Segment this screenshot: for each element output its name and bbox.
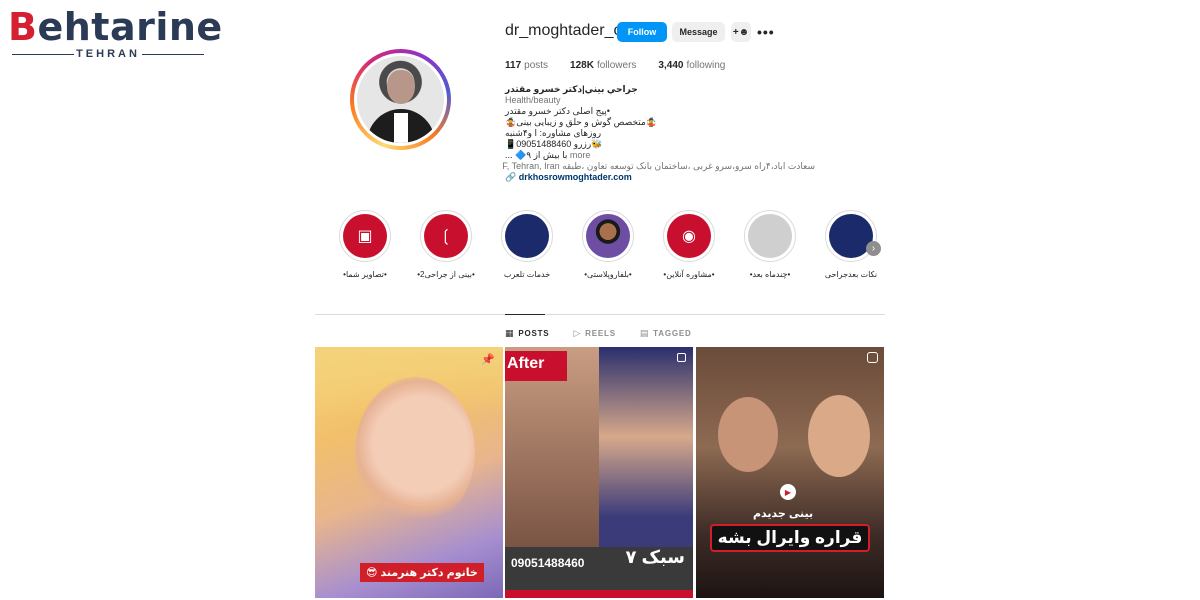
highlight-label: •بلفاروپلاستی• [584,270,632,279]
tab-posts[interactable]: ▦ POSTS [505,328,549,339]
posts-stat: 117 posts [505,60,549,71]
tab-reels[interactable]: ▷ REELS [573,328,615,339]
story-highlights: ▣ •تصاوير شما• ❲ •بينی از جراحی2• خدمات … [335,210,885,290]
followers-stat[interactable]: 128K followers [570,60,636,71]
post-tile[interactable]: 📌 خانوم دكتر هنرمند 😎 [315,347,503,598]
highlight-label: •بينی از جراحی2• [417,270,475,279]
grid-icon: ▦ [505,328,515,338]
highlight-label: •چندماه بعد• [749,270,791,279]
bio-category: Health/beauty [505,95,561,105]
highlight-item[interactable]: ❲ •بينی از جراحی2• [416,210,476,279]
bio-more-link[interactable]: more [570,150,591,160]
active-tab-indicator [505,314,545,315]
reel-icon [867,352,878,363]
post-style-text: سبک ۷ [625,547,685,567]
album-icon [677,353,686,362]
post-photo [718,397,778,472]
bio-line: •پيج اصلی دكتر خسرو مقتدر [505,106,610,116]
message-button[interactable]: Message [672,22,725,42]
highlight-thumbnail [505,214,549,258]
profile-avatar-ring[interactable] [350,49,451,150]
bio-address[interactable]: سعادت اباد،۴راه سرو،سرو غربی ،ساختمان با… [502,161,815,172]
reels-icon: ▷ [573,328,582,338]
highlight-item[interactable]: •بلفاروپلاستی• [578,210,638,279]
highlight-thumbnail [748,214,792,258]
play-icon: ▶ [780,484,796,500]
add-user-icon: +☻ [732,26,750,38]
highlight-item[interactable]: خدمات تلعرب [497,210,557,279]
post-photo [355,377,475,527]
profile-stats: 117 posts 128K followers 3,440 following [505,60,725,71]
highlight-label: نكات بعدجراحی [824,270,878,279]
brand-city: TEHRAN [8,48,208,60]
tab-tagged[interactable]: ▤ TAGGED [640,328,692,339]
globe-icon: ◉ [667,214,711,258]
highlight-label: خدمات تلعرب [503,270,551,279]
post-phone: 09051488460 [511,556,585,570]
bio-line-more: با بيش از ۹🔷 ... more [505,150,591,160]
more-options-icon[interactable]: ••• [757,24,775,40]
post-subtitle: بينی جديدم [753,508,814,520]
highlight-label: •مشاوره آنلاين• [663,270,715,279]
follow-button[interactable]: Follow [617,22,667,42]
post-photo-before [599,347,693,547]
highlight-item[interactable]: •چندماه بعد• [740,210,800,279]
post-caption: خانوم دكتر هنرمند 😎 [360,563,484,582]
highlight-item[interactable]: ◉ •مشاوره آنلاين• [659,210,719,279]
brand-watermark: Behtarine TEHRAN [8,6,222,62]
post-after-label: After [507,355,545,372]
link-icon: 🔗 [505,172,517,182]
post-headline: قراره وايرال بشه [710,524,870,552]
following-stat[interactable]: 3,440 following [658,60,725,71]
bio-line: 🤹متخصص گوش و حلق و زيبايی بينی🤹 [505,117,658,127]
post-tile[interactable]: ▶ بينی جديدم قراره وايرال بشه [696,347,884,598]
avatar [354,53,447,146]
bio-link[interactable]: drkhosrowmoghtader.com [519,172,632,182]
post-photo [808,395,870,477]
tag-icon: ▤ [639,328,650,338]
highlights-next-arrow-icon[interactable]: › [866,241,881,256]
bio-name: جراحي بيني|دكتر خسرو مقتدر [505,84,638,94]
bio-line: 🐝رزرو 09051488460📱 [505,139,603,149]
highlight-thumbnail [586,214,630,258]
profile-tabs: ▦ POSTS ▷ REELS ▤ TAGGED [505,328,692,339]
profile-bio: جراحي بيني|دكتر خسرو مقتدر Health/beauty… [502,84,815,183]
highlight-label: •تصاوير شما• [343,270,387,279]
bio-line: روزهای مشاوره: ا و۴شنبه [505,128,602,138]
highlight-item[interactable]: ▣ •تصاوير شما• [335,210,395,279]
tabs-divider [315,314,885,315]
pin-icon: 📌 [481,354,495,366]
nose-icon: ❲ [424,214,468,258]
gallery-icon: ▣ [343,214,387,258]
post-tile[interactable]: After 09051488460 سبک ۷ [505,347,693,598]
bio-link-row[interactable]: 🔗 drkhosrowmoghtader.com [505,172,815,183]
avatar-photo [357,56,444,143]
suggest-users-button[interactable]: +☻ [731,22,751,42]
brand-wordmark: Behtarine [8,5,223,49]
